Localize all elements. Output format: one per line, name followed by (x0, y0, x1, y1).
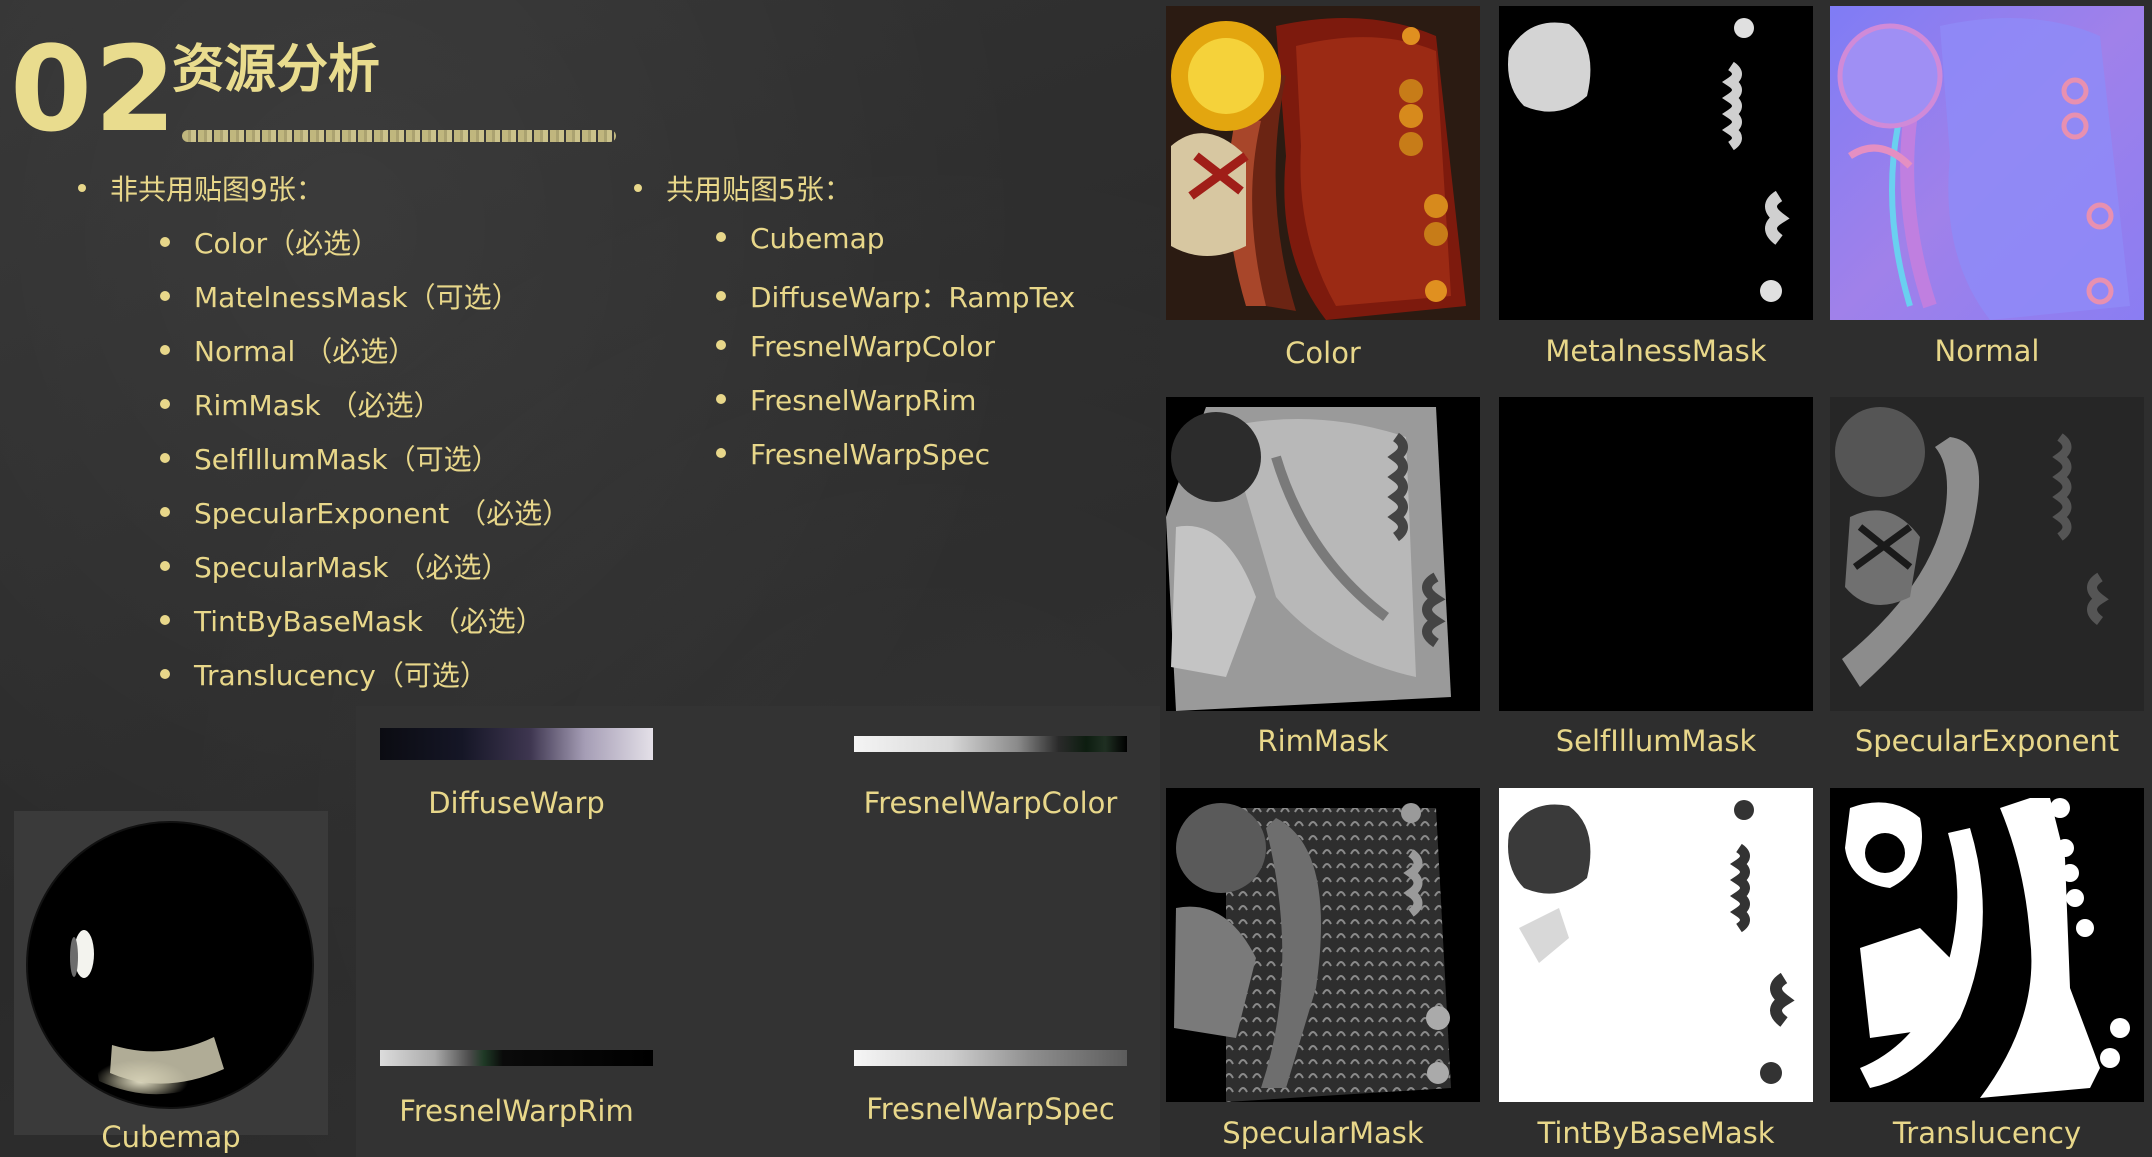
self-illum-mask-texture (1499, 397, 1813, 711)
diffuse-warp-label: DiffuseWarp (428, 786, 605, 820)
list-item: SpecularMask （必选） (160, 546, 509, 586)
fresnel-warp-spec-ramp (854, 1050, 1127, 1066)
fresnel-warp-color-label: FresnelWarpColor (863, 786, 1118, 820)
list-item: FresnelWarpSpec (716, 438, 990, 471)
color-texture (1166, 6, 1480, 320)
specular-mask-texture (1166, 788, 1480, 1102)
cubemap-label: Cubemap (101, 1120, 241, 1154)
shared-textures-panel (356, 706, 1160, 1157)
rim-mask-texture-label: RimMask (1257, 724, 1389, 758)
tint-by-base-mask-texture (1499, 788, 1813, 1102)
tint-by-base-mask-texture-label: TintByBaseMask (1537, 1116, 1775, 1150)
translucency-texture (1830, 788, 2144, 1102)
list-item: DiffuseWarp：RampTex (716, 276, 1075, 316)
shared-texture-list: 共用贴图5张： Cubemap DiffuseWarp：RampTex Fres… (0, 0, 1160, 500)
translucency-texture-label: Translucency (1892, 1116, 2082, 1150)
list-item: FresnelWarpColor (716, 330, 995, 363)
list-item: Cubemap (716, 222, 885, 255)
fresnel-warp-spec-label: FresnelWarpSpec (866, 1092, 1115, 1126)
list-item: FresnelWarpRim (716, 384, 976, 417)
specular-exponent-texture (1830, 397, 2144, 711)
specular-mask-texture-label: SpecularMask (1222, 1116, 1424, 1150)
diffuse-warp-ramp (380, 728, 653, 760)
fresnel-warp-color-ramp (854, 736, 1127, 752)
normal-texture-label: Normal (1934, 334, 2040, 368)
rim-mask-texture (1166, 397, 1480, 711)
normal-texture (1830, 6, 2144, 320)
metalness-mask-texture-label: MetalnessMask (1545, 334, 1767, 368)
metalness-mask-texture (1499, 6, 1813, 320)
list-heading: 共用贴图5张： (634, 168, 852, 208)
fresnel-warp-rim-ramp (380, 1050, 653, 1066)
self-illum-mask-texture-label: SelfIllumMask (1555, 724, 1757, 758)
cubemap-sphere-icon (26, 821, 314, 1109)
cubemap-preview (14, 811, 328, 1135)
fresnel-warp-rim-label: FresnelWarpRim (399, 1094, 634, 1128)
list-item: TintByBaseMask （必选） (160, 600, 544, 640)
specular-exponent-texture-label: SpecularExponent (1854, 724, 2120, 758)
list-item: Translucency（可选） (160, 654, 488, 694)
color-texture-label: Color (1285, 336, 1361, 370)
